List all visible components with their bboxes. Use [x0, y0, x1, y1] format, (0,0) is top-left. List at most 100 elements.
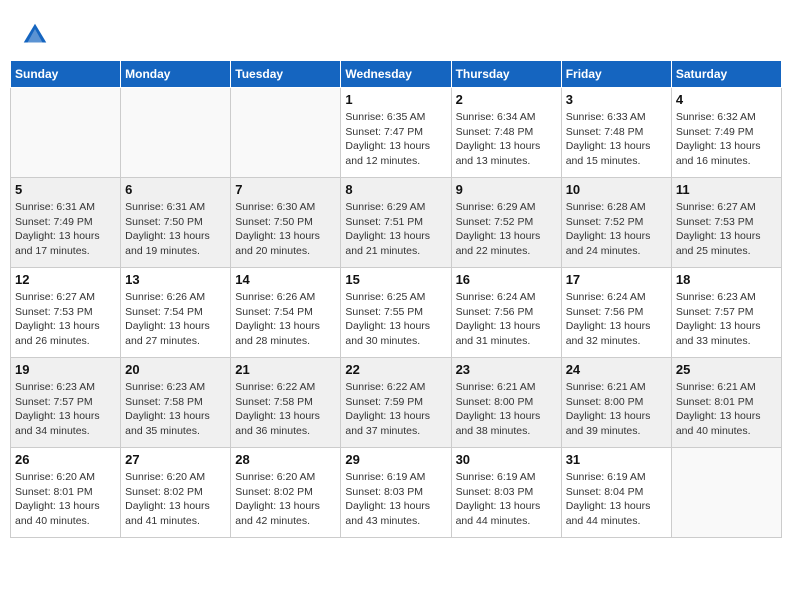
calendar-day-cell: 20 Sunrise: 6:23 AM Sunset: 7:58 PM Dayli… [121, 358, 231, 448]
calendar-day-cell: 18Sunrise: 6:23 AM Sunset: 7:57 PM Dayli… [671, 268, 781, 358]
day-number: 25 [676, 362, 777, 377]
day-info: Sunrise: 6:26 AM Sunset: 7:54 PM Dayligh… [235, 290, 336, 349]
calendar-week-row: 12 Sunrise: 6:27 AM Sunset: 7:53 PM Dayli… [11, 268, 782, 358]
day-info: Sunrise: 6:22 AM Sunset: 7:59 PM Dayligh… [345, 380, 446, 439]
day-info: Sunrise: 6:20 AM Sunset: 8:01 PM Dayligh… [15, 470, 116, 529]
day-number: 28 [235, 452, 336, 467]
calendar-day-cell: 1 Sunrise: 6:35 AM Sunset: 7:47 PM Daylig… [341, 88, 451, 178]
calendar-day-cell: 5 Sunrise: 6:31 AM Sunset: 7:49 PM Daylig… [11, 178, 121, 268]
day-info: Sunrise: 6:27 AM Sunset: 7:53 PM Dayligh… [15, 290, 116, 349]
day-number: 8 [345, 182, 446, 197]
calendar-day-cell [231, 88, 341, 178]
calendar-day-cell: 16 Sunrise: 6:24 AM Sunset: 7:56 PM Dayli… [451, 268, 561, 358]
calendar-day-cell: 29 Sunrise: 6:19 AM Sunset: 8:03 PM Dayli… [341, 448, 451, 538]
day-number: 23 [456, 362, 557, 377]
day-number: 12 [15, 272, 116, 287]
calendar-day-cell: 28 Sunrise: 6:20 AM Sunset: 8:02 PM Dayli… [231, 448, 341, 538]
day-number: 6 [125, 182, 226, 197]
weekday-header-row: SundayMondayTuesdayWednesdayThursdayFrid… [11, 61, 782, 88]
day-info: Sunrise: 6:30 AM Sunset: 7:50 PM Dayligh… [235, 200, 336, 259]
calendar-day-cell [11, 88, 121, 178]
day-info: Sunrise: 6:31 AM Sunset: 7:50 PM Dayligh… [125, 200, 226, 259]
day-number: 29 [345, 452, 446, 467]
day-number: 31 [566, 452, 667, 467]
calendar-day-cell: 8Sunrise: 6:29 AM Sunset: 7:51 PM Daylig… [341, 178, 451, 268]
day-number: 10 [566, 182, 667, 197]
calendar: SundayMondayTuesdayWednesdayThursdayFrid… [10, 60, 782, 538]
day-info: Sunrise: 6:19 AM Sunset: 8:03 PM Dayligh… [345, 470, 446, 529]
day-info: Sunrise: 6:23 AM Sunset: 7:58 PM Dayligh… [125, 380, 226, 439]
day-info: Sunrise: 6:28 AM Sunset: 7:52 PM Dayligh… [566, 200, 667, 259]
calendar-day-cell: 21 Sunrise: 6:22 AM Sunset: 7:58 PM Dayli… [231, 358, 341, 448]
day-info: Sunrise: 6:29 AM Sunset: 7:52 PM Dayligh… [456, 200, 557, 259]
day-number: 13 [125, 272, 226, 287]
calendar-day-cell: 10 Sunrise: 6:28 AM Sunset: 7:52 PM Dayli… [561, 178, 671, 268]
day-info: Sunrise: 6:33 AM Sunset: 7:48 PM Dayligh… [566, 110, 667, 169]
calendar-day-cell: 27Sunrise: 6:20 AM Sunset: 8:02 PM Dayli… [121, 448, 231, 538]
day-info: Sunrise: 6:20 AM Sunset: 8:02 PM Dayligh… [235, 470, 336, 529]
day-info: Sunrise: 6:22 AM Sunset: 7:58 PM Dayligh… [235, 380, 336, 439]
calendar-day-cell: 23 Sunrise: 6:21 AM Sunset: 8:00 PM Dayli… [451, 358, 561, 448]
day-info: Sunrise: 6:35 AM Sunset: 7:47 PM Dayligh… [345, 110, 446, 169]
day-info: Sunrise: 6:27 AM Sunset: 7:53 PM Dayligh… [676, 200, 777, 259]
day-number: 20 [125, 362, 226, 377]
day-number: 26 [15, 452, 116, 467]
calendar-day-cell: 19Sunrise: 6:23 AM Sunset: 7:57 PM Dayli… [11, 358, 121, 448]
calendar-day-cell: 12 Sunrise: 6:27 AM Sunset: 7:53 PM Dayli… [11, 268, 121, 358]
calendar-day-cell: 4Sunrise: 6:32 AM Sunset: 7:49 PM Daylig… [671, 88, 781, 178]
day-number: 30 [456, 452, 557, 467]
weekday-header-saturday: Saturday [671, 61, 781, 88]
calendar-day-cell: 17 Sunrise: 6:24 AM Sunset: 7:56 PM Dayli… [561, 268, 671, 358]
day-number: 18 [676, 272, 777, 287]
day-number: 5 [15, 182, 116, 197]
calendar-day-cell: 30 Sunrise: 6:19 AM Sunset: 8:03 PM Dayli… [451, 448, 561, 538]
day-number: 15 [345, 272, 446, 287]
day-number: 21 [235, 362, 336, 377]
day-number: 11 [676, 182, 777, 197]
weekday-header-tuesday: Tuesday [231, 61, 341, 88]
weekday-header-wednesday: Wednesday [341, 61, 451, 88]
day-number: 2 [456, 92, 557, 107]
calendar-day-cell: 6 Sunrise: 6:31 AM Sunset: 7:50 PM Daylig… [121, 178, 231, 268]
day-number: 1 [345, 92, 446, 107]
calendar-day-cell: 14 Sunrise: 6:26 AM Sunset: 7:54 PM Dayli… [231, 268, 341, 358]
day-number: 16 [456, 272, 557, 287]
day-info: Sunrise: 6:26 AM Sunset: 7:54 PM Dayligh… [125, 290, 226, 349]
day-info: Sunrise: 6:32 AM Sunset: 7:49 PM Dayligh… [676, 110, 777, 169]
calendar-day-cell: 7 Sunrise: 6:30 AM Sunset: 7:50 PM Daylig… [231, 178, 341, 268]
day-info: Sunrise: 6:34 AM Sunset: 7:48 PM Dayligh… [456, 110, 557, 169]
day-info: Sunrise: 6:21 AM Sunset: 8:00 PM Dayligh… [456, 380, 557, 439]
day-info: Sunrise: 6:19 AM Sunset: 8:04 PM Dayligh… [566, 470, 667, 529]
page-header [10, 10, 782, 55]
calendar-day-cell: 31 Sunrise: 6:19 AM Sunset: 8:04 PM Dayli… [561, 448, 671, 538]
day-info: Sunrise: 6:19 AM Sunset: 8:03 PM Dayligh… [456, 470, 557, 529]
day-number: 7 [235, 182, 336, 197]
day-number: 9 [456, 182, 557, 197]
calendar-week-row: 1 Sunrise: 6:35 AM Sunset: 7:47 PM Daylig… [11, 88, 782, 178]
calendar-week-row: 26 Sunrise: 6:20 AM Sunset: 8:01 PM Dayli… [11, 448, 782, 538]
day-number: 17 [566, 272, 667, 287]
calendar-day-cell [671, 448, 781, 538]
day-info: Sunrise: 6:25 AM Sunset: 7:55 PM Dayligh… [345, 290, 446, 349]
calendar-day-cell: 25 Sunrise: 6:21 AM Sunset: 8:01 PM Dayli… [671, 358, 781, 448]
calendar-day-cell [121, 88, 231, 178]
weekday-header-thursday: Thursday [451, 61, 561, 88]
day-info: Sunrise: 6:21 AM Sunset: 8:01 PM Dayligh… [676, 380, 777, 439]
calendar-day-cell: 15 Sunrise: 6:25 AM Sunset: 7:55 PM Dayli… [341, 268, 451, 358]
day-info: Sunrise: 6:21 AM Sunset: 8:00 PM Dayligh… [566, 380, 667, 439]
day-info: Sunrise: 6:31 AM Sunset: 7:49 PM Dayligh… [15, 200, 116, 259]
calendar-day-cell: 13 Sunrise: 6:26 AM Sunset: 7:54 PM Dayli… [121, 268, 231, 358]
calendar-day-cell: 11 Sunrise: 6:27 AM Sunset: 7:53 PM Dayli… [671, 178, 781, 268]
day-number: 27 [125, 452, 226, 467]
calendar-day-cell: 3Sunrise: 6:33 AM Sunset: 7:48 PM Daylig… [561, 88, 671, 178]
calendar-week-row: 5 Sunrise: 6:31 AM Sunset: 7:49 PM Daylig… [11, 178, 782, 268]
day-number: 14 [235, 272, 336, 287]
day-info: Sunrise: 6:24 AM Sunset: 7:56 PM Dayligh… [566, 290, 667, 349]
day-info: Sunrise: 6:23 AM Sunset: 7:57 PM Dayligh… [15, 380, 116, 439]
weekday-header-sunday: Sunday [11, 61, 121, 88]
calendar-week-row: 19Sunrise: 6:23 AM Sunset: 7:57 PM Dayli… [11, 358, 782, 448]
weekday-header-friday: Friday [561, 61, 671, 88]
calendar-day-cell: 22Sunrise: 6:22 AM Sunset: 7:59 PM Dayli… [341, 358, 451, 448]
logo-icon [20, 20, 50, 50]
day-info: Sunrise: 6:24 AM Sunset: 7:56 PM Dayligh… [456, 290, 557, 349]
